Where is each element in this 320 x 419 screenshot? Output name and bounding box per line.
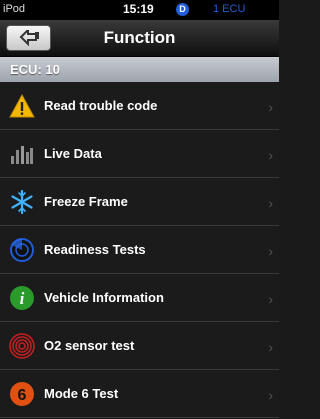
info-icon: i xyxy=(8,284,36,312)
list-item-readiness-tests[interactable]: Readiness Tests › xyxy=(0,226,279,274)
ecu-count: 1 ECU xyxy=(213,3,246,15)
svg-text:6: 6 xyxy=(18,387,27,404)
item-label: Live Data xyxy=(44,146,102,161)
chevron-right-icon: › xyxy=(268,243,273,259)
svg-text:i: i xyxy=(20,289,25,308)
nav-bar: Function xyxy=(0,20,279,57)
chevron-right-icon: › xyxy=(268,147,273,163)
radar-icon xyxy=(8,236,36,264)
warning-icon xyxy=(8,92,36,120)
bar-chart-icon xyxy=(8,140,36,168)
carrier-label: iPod xyxy=(3,3,26,15)
mode6-icon: 6 xyxy=(8,380,36,408)
ecu-section-header: ECU: 10 xyxy=(0,57,279,82)
chevron-right-icon: › xyxy=(268,291,273,307)
clock: 15:19 xyxy=(123,2,154,16)
item-label: Vehicle Information xyxy=(44,290,164,305)
item-label: Read trouble code xyxy=(44,98,158,113)
function-list: Read trouble code › Live Data › Freeze F… xyxy=(0,82,279,418)
chevron-right-icon: › xyxy=(268,195,273,211)
list-item-mode-6-test[interactable]: 6 Mode 6 Test › xyxy=(0,370,279,418)
item-label: Freeze Frame xyxy=(44,194,128,209)
sensor-rings-icon xyxy=(8,332,36,360)
list-item-read-trouble-code[interactable]: Read trouble code › xyxy=(0,82,279,130)
list-item-o2-sensor-test[interactable]: O2 sensor test › xyxy=(0,322,279,370)
item-label: O2 sensor test xyxy=(44,338,135,353)
list-item-live-data[interactable]: Live Data › xyxy=(0,130,279,178)
list-item-vehicle-information[interactable]: i Vehicle Information › xyxy=(0,274,279,322)
chevron-right-icon: › xyxy=(268,339,273,355)
page-title: Function xyxy=(103,28,176,47)
status-bar: iPod 15:19 D 1 ECU xyxy=(0,0,279,20)
item-label: Readiness Tests xyxy=(44,242,146,257)
connection-badge: D xyxy=(176,3,189,16)
list-item-freeze-frame[interactable]: Freeze Frame › xyxy=(0,178,279,226)
chevron-right-icon: › xyxy=(268,387,273,403)
chevron-right-icon: › xyxy=(268,99,273,115)
snowflake-icon xyxy=(8,188,36,216)
item-label: Mode 6 Test xyxy=(44,386,119,401)
